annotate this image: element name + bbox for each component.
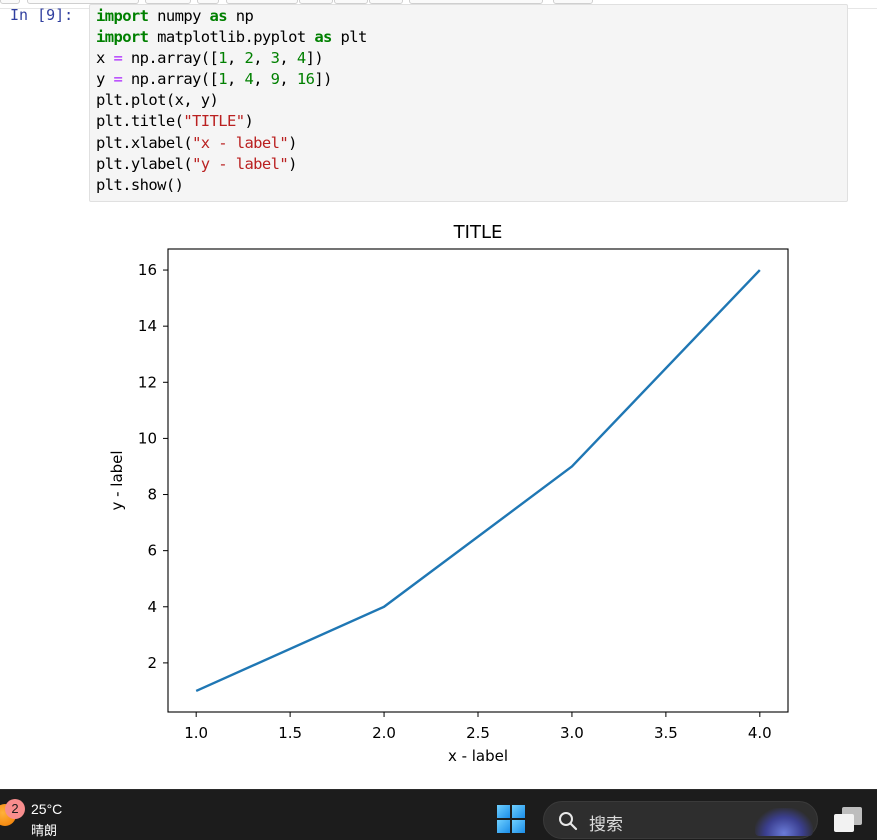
code-token: ]) (314, 70, 332, 89)
code-token: plt.plot(x, y) (96, 91, 219, 110)
search-highlight-image (755, 808, 813, 836)
x-tick-label: 1.0 (184, 724, 208, 742)
code-token: x (96, 49, 114, 68)
y-tick-label: 14 (138, 317, 157, 335)
code-line: plt.plot(x, y) (96, 90, 847, 111)
code-token: numpy (148, 7, 210, 25)
chart-title: TITLE (453, 222, 503, 243)
task-view-button[interactable] (834, 807, 864, 833)
code-token: as (314, 28, 332, 47)
code-token: 4 (296, 49, 306, 68)
windows-logo-icon (512, 805, 525, 818)
code-token: , (253, 70, 271, 89)
code-token: plt.show() (96, 175, 184, 194)
cell-output: 1.0 1.5 2.0 2.5 3.0 3.5 4.0 2 4 6 8 10 12 14 16 TITLE x … (89, 212, 819, 772)
search-icon (559, 812, 578, 831)
code-line: import matplotlib.pyplot as plt (96, 27, 847, 48)
code-token: ) (288, 154, 297, 173)
notification-badge: 2 (5, 799, 25, 819)
y-tick-label: 12 (138, 373, 157, 391)
code-line: plt.xlabel("x - label") (96, 133, 847, 154)
code-line: y = np.array([1, 4, 9, 16]) (96, 69, 847, 90)
code-token: plt.xlabel( (96, 133, 193, 152)
code-token: np (227, 7, 254, 25)
windows-taskbar: 2 25°C 晴朗 搜索 (0, 789, 877, 840)
weather-condition[interactable]: 晴朗 (31, 820, 57, 839)
code-token: 16 (296, 70, 315, 89)
code-token: , (253, 49, 271, 68)
search-placeholder: 搜索 (589, 815, 623, 835)
cell-prompt: In [9]: (10, 6, 74, 24)
y-axis-label: y - label (108, 450, 126, 510)
code-token: = (113, 49, 123, 68)
code-token: "x - label" (192, 133, 289, 152)
code-token: , (279, 49, 297, 68)
code-token: , (279, 70, 297, 89)
code-token: = (113, 70, 123, 89)
code-token: as (209, 7, 228, 25)
x-tick-label: 4.0 (748, 724, 772, 742)
y-tick-label: 6 (147, 542, 157, 560)
x-tick-label: 3.0 (560, 724, 584, 742)
windows-logo-icon (497, 805, 510, 818)
code-line: plt.title("TITLE") (96, 111, 847, 132)
code-line: x = np.array([1, 2, 3, 4]) (96, 48, 847, 69)
code-token: np.array([ (122, 49, 219, 68)
code-token: import (96, 7, 149, 25)
taskbar-search-box[interactable]: 搜索 (543, 801, 818, 839)
plot-area-frame (167, 248, 789, 713)
code-line: plt.ylabel("y - label") (96, 154, 847, 175)
line-chart: 1.0 1.5 2.0 2.5 3.0 3.5 4.0 2 4 6 8 10 12 14 16 TITLE x … (108, 222, 789, 765)
start-button[interactable] (497, 805, 525, 833)
code-token: "TITLE" (183, 112, 245, 131)
y-tick-label: 16 (138, 261, 157, 279)
x-tick-label: 1.5 (278, 724, 302, 742)
x-axis-label: x - label (448, 747, 508, 765)
code-cell-editor[interactable]: import numpy as np import matplotlib.pypl… (89, 4, 848, 202)
windows-logo-icon (512, 820, 525, 833)
code-token: import (96, 28, 149, 47)
task-view-icon (834, 814, 854, 832)
code-line: import numpy as np (96, 6, 847, 27)
x-tick-label: 2.0 (372, 724, 396, 742)
code-token: matplotlib.pyplot (148, 28, 315, 47)
y-tick-label: 8 (147, 486, 157, 504)
code-token: 4 (244, 70, 254, 89)
code-token: y (96, 70, 114, 89)
code-token: "y - label" (192, 154, 289, 173)
y-tick-label: 2 (147, 654, 157, 672)
code-line: plt.show() (96, 175, 847, 196)
code-token: plt.ylabel( (96, 154, 193, 173)
y-tick-label: 4 (147, 598, 157, 616)
x-tick-label: 3.5 (654, 724, 678, 742)
weather-temperature[interactable]: 25°C (31, 801, 62, 817)
code-token: plt.title( (96, 112, 184, 131)
x-tick-label: 2.5 (466, 724, 490, 742)
y-tick-label: 10 (138, 429, 157, 447)
toolbar-button[interactable] (0, 0, 20, 4)
code-token: 1 (218, 70, 227, 89)
code-token: 1 (218, 49, 227, 68)
code-token: 2 (244, 49, 254, 68)
code-token: plt (331, 28, 368, 47)
code-token: , (227, 49, 245, 68)
code-token: , (227, 70, 245, 89)
windows-logo-icon (497, 820, 510, 833)
code-token: ) (244, 112, 254, 131)
code-token: np.array([ (122, 70, 219, 89)
code-token: ) (288, 133, 297, 152)
code-token: ]) (305, 49, 324, 68)
